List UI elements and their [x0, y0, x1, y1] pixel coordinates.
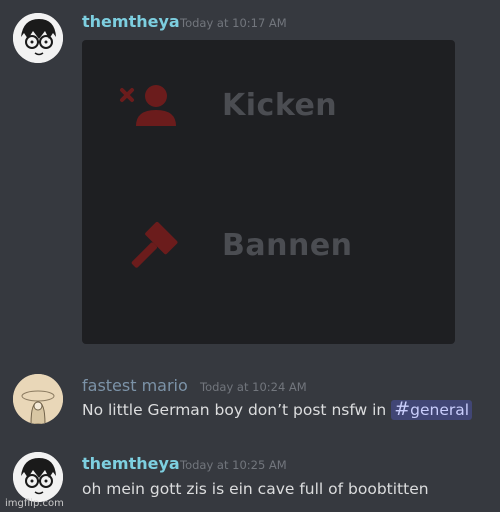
avatar-drawing	[13, 374, 63, 424]
message-body: No little German boy don’t post nsfw in	[82, 401, 387, 419]
watermark: imgflip.com	[5, 498, 64, 509]
embed-row-ban[interactable]: Bannen	[82, 212, 455, 282]
message-text: oh mein gott zis is ein cave full of boo…	[82, 480, 429, 498]
avatar-themtheya[interactable]	[13, 452, 63, 502]
message-1: themtheya Today at 10:17 AM Kicken Banne…	[0, 0, 500, 350]
timestamp: Today at 10:17 AM	[180, 16, 287, 30]
username[interactable]: themtheya	[82, 454, 180, 473]
channel-mention[interactable]: #general	[391, 398, 473, 420]
embed-card: Kicken Bannen	[82, 40, 455, 344]
avatar-themtheya[interactable]	[13, 13, 63, 63]
username[interactable]: fastest mario	[82, 376, 188, 395]
timestamp: Today at 10:25 AM	[180, 458, 287, 472]
embed-label-kick: Kicken	[222, 88, 338, 123]
message-2: fastest mario Today at 10:24 AM No littl…	[0, 360, 500, 430]
message-3: themtheya Today at 10:25 AM oh mein gott…	[0, 440, 500, 512]
username[interactable]: themtheya	[82, 12, 180, 31]
avatar-drawing	[13, 452, 63, 502]
timestamp: Today at 10:24 AM	[200, 380, 307, 394]
message-text: No little German boy don’t post nsfw in …	[82, 398, 473, 420]
hash-icon: #	[394, 398, 411, 420]
avatar-drawing	[13, 13, 63, 63]
ban-hammer-icon	[118, 218, 182, 282]
embed-label-ban: Bannen	[222, 228, 353, 263]
channel-mention-name: general	[410, 401, 470, 419]
embed-row-kick[interactable]: Kicken	[82, 72, 455, 142]
avatar-fastest-mario[interactable]	[13, 374, 63, 424]
kick-user-icon	[118, 80, 182, 136]
